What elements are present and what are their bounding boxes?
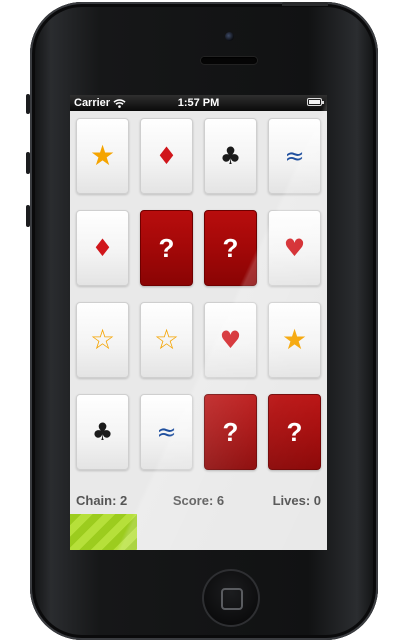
card-filled-star[interactable]: ★ <box>76 118 129 194</box>
lives-counter: Lives: 0 <box>272 493 321 508</box>
filled-star-icon: ★ <box>89 139 116 172</box>
waves-icon: ≈ <box>156 418 177 446</box>
card-diamond[interactable]: ♦ <box>76 210 129 286</box>
game-screen: Carrier 1:57 PM ★ ♦ ♣ ≈ ♦?? ♥ ☆ ☆ ♥ ★ ♣ ≈?? Chain: … <box>70 95 327 550</box>
volume-down-button <box>26 205 30 227</box>
home-square-icon <box>221 588 243 610</box>
home-button[interactable] <box>202 569 260 627</box>
front-camera <box>225 32 234 41</box>
outline-star-icon: ☆ <box>153 323 180 356</box>
card-hidden[interactable]: ? <box>204 394 257 470</box>
status-time: 1:57 PM <box>177 97 220 109</box>
card-club[interactable]: ♣ <box>204 118 257 194</box>
filled-star-icon: ★ <box>281 323 308 356</box>
card-outline-star[interactable]: ☆ <box>76 302 129 378</box>
earpiece-speaker <box>201 57 257 64</box>
card-waves[interactable]: ≈ <box>268 118 321 194</box>
volume-up-button <box>26 152 30 174</box>
card-diamond[interactable]: ♦ <box>140 118 193 194</box>
heart-icon: ♥ <box>219 326 242 354</box>
timer-progress-bar <box>70 514 327 550</box>
card-filled-star[interactable]: ★ <box>268 302 321 378</box>
card-hidden[interactable]: ? <box>204 210 257 286</box>
question-mark-icon: ? <box>158 233 175 263</box>
card-waves[interactable]: ≈ <box>140 394 193 470</box>
card-hidden[interactable]: ? <box>140 210 193 286</box>
question-mark-icon: ? <box>222 417 239 447</box>
question-mark-icon: ? <box>286 417 303 447</box>
status-bar: Carrier 1:57 PM <box>70 95 327 111</box>
heart-icon: ♥ <box>283 234 306 262</box>
card-heart[interactable]: ♥ <box>204 302 257 378</box>
timer-progress-fill <box>70 514 137 550</box>
club-icon: ♣ <box>219 142 242 170</box>
card-club[interactable]: ♣ <box>76 394 129 470</box>
card-outline-star[interactable]: ☆ <box>140 302 193 378</box>
waves-icon: ≈ <box>284 142 305 170</box>
mute-switch <box>26 94 30 114</box>
diamond-icon: ♦ <box>91 234 114 262</box>
question-mark-icon: ? <box>222 233 239 263</box>
card-heart[interactable]: ♥ <box>268 210 321 286</box>
diamond-icon: ♦ <box>155 142 178 170</box>
battery-icon <box>307 98 324 106</box>
outline-star-icon: ☆ <box>89 323 116 356</box>
score-bar: Chain: 2 Score: 6 Lives: 0 <box>70 491 327 511</box>
club-icon: ♣ <box>91 418 114 446</box>
card-hidden[interactable]: ? <box>268 394 321 470</box>
sleep-button <box>282 2 328 6</box>
